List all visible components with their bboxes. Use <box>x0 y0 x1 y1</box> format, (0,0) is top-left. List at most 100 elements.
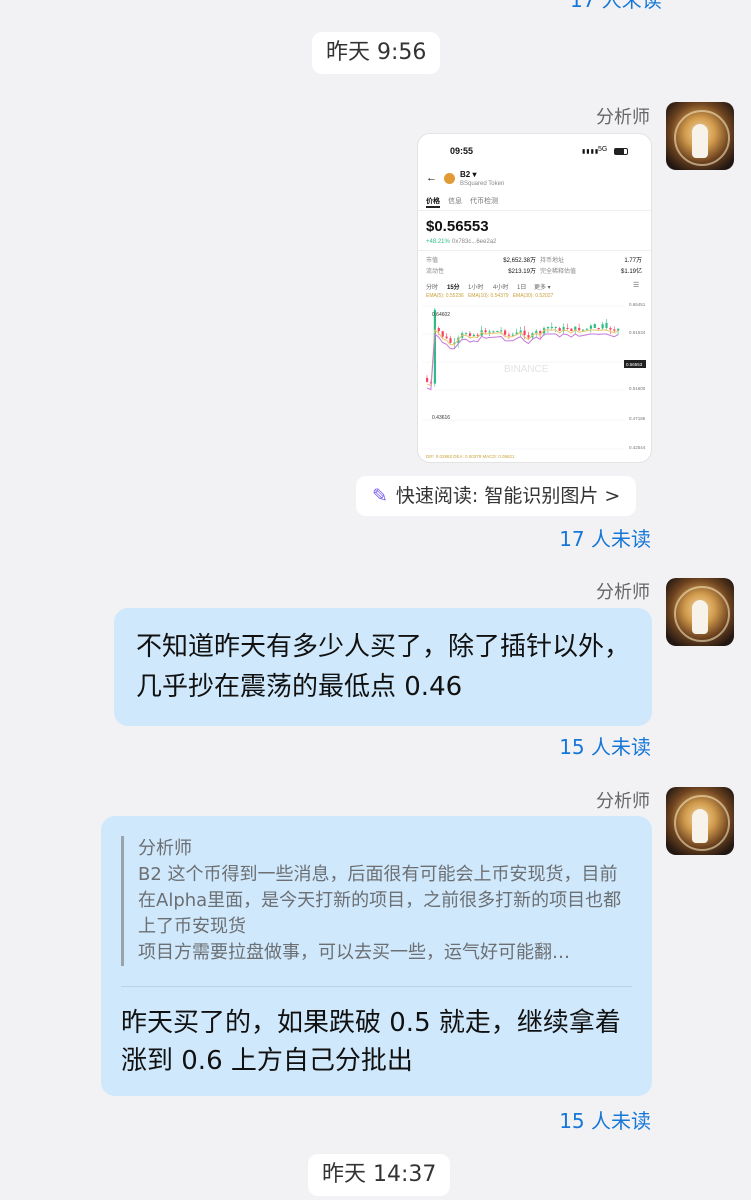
macd-legend: DIF: 0.02862 DEA: 0.00379 MACD: 0.05621 <box>426 454 515 459</box>
stat-label-liquidity: 流动性 <box>426 269 445 275</box>
token-symbol: B2 ▾ <box>460 170 477 179</box>
contract-address: 0x783c...6ee2a2 <box>452 239 497 245</box>
candle-body <box>582 329 585 331</box>
avatar-figure-icon <box>692 600 708 634</box>
chart-settings-icon[interactable]: ☰ <box>633 281 639 289</box>
timeframe-option[interactable]: 分时 <box>426 282 438 291</box>
quoted-message[interactable]: 分析师 B2 这个币得到一些消息，后面很有可能会上币安现货，目前在Alpha里面… <box>121 836 628 966</box>
current-price-tag: 0.56553 <box>626 362 643 367</box>
timeframe-option[interactable]: 4小时 <box>493 282 508 291</box>
high-price-marker: 0.64602 <box>432 312 450 318</box>
quote-divider <box>121 986 632 987</box>
sender-name: 分析师 <box>596 107 650 128</box>
price-axis-label: 0.47186 <box>629 416 646 421</box>
candle-body <box>465 333 468 335</box>
candle-body <box>554 327 557 329</box>
candle-body <box>496 331 499 333</box>
message-text: 不知道昨天有多少人买了，除了插针以外，几乎抄在震荡的最低点 0.46 <box>136 632 631 702</box>
candle-body <box>492 331 495 333</box>
token-name: BSquared Token <box>460 181 505 187</box>
tab-token-check[interactable]: 代币检测 <box>470 196 498 206</box>
candle-body <box>468 333 472 337</box>
divider <box>418 210 651 211</box>
candle-body <box>597 328 600 329</box>
tab-info[interactable]: 信息 <box>448 196 462 206</box>
unread-count[interactable]: 15 人未读 <box>500 731 651 760</box>
quoted-text: B2 这个币得到一些消息，后面很有可能会上币安现货，目前在Alpha里面，是今天… <box>138 864 622 963</box>
candle-body <box>539 331 542 334</box>
magic-wand-icon: ✎ <box>372 485 388 507</box>
stat-label-holders: 持币地址 <box>540 258 565 264</box>
sender-name: 分析师 <box>596 582 650 603</box>
tab-price[interactable]: 价格 <box>426 196 440 206</box>
image-message-thumbnail[interactable]: 09:55 ▮▮▮▮ 5G ← B2 ▾ BSquared Token 价格 信… <box>418 134 651 462</box>
stat-label-market-cap: 市值 <box>426 258 439 264</box>
price-axis-label: 0.61534 <box>629 330 646 335</box>
candle-body <box>511 334 514 336</box>
low-price-marker: 0.43616 <box>432 415 450 421</box>
candle-body <box>546 326 550 329</box>
candle-body <box>445 336 448 339</box>
candle-body <box>613 329 616 331</box>
candle-body <box>488 331 491 333</box>
candle-body <box>527 335 530 338</box>
timeframe-option[interactable]: 1小时 <box>468 282 483 291</box>
candle-body <box>550 326 553 328</box>
sender-avatar[interactable] <box>666 102 734 170</box>
stat-value-fdv: $1.19亿 <box>620 269 642 275</box>
candlestick-chart[interactable]: BINANCE 0.64602 0.43616 0.65451 0.61534 … <box>418 298 651 462</box>
candle-body <box>523 330 526 336</box>
price-axis-label: 0.65451 <box>629 302 646 307</box>
candle-body <box>558 328 561 331</box>
timeframe-option-active[interactable]: 15分 <box>447 282 460 291</box>
smart-read-label: 快速阅读: 智能识别图片 > <box>395 485 621 507</box>
candle-body <box>441 331 444 337</box>
reply-message-bubble[interactable]: 分析师 B2 这个币得到一些消息，后面很有可能会上币安现货，目前在Alpha里面… <box>101 816 652 1096</box>
back-arrow-icon[interactable]: ← <box>426 172 437 184</box>
price-axis-label: 0.51600 <box>629 386 646 391</box>
candle-body <box>605 322 608 328</box>
quoted-sender: 分析师 <box>138 838 192 859</box>
avatar-figure-icon <box>692 809 708 843</box>
candle-body <box>609 328 612 330</box>
unread-count[interactable]: 15 人未读 <box>500 1105 651 1134</box>
candle-body <box>507 334 511 336</box>
tab-indicator <box>426 206 440 208</box>
candle-body <box>585 328 589 330</box>
stat-value-market-cap: $2,652.38万 <box>503 258 536 264</box>
candle-body <box>617 328 620 331</box>
candle-body <box>437 328 440 332</box>
timeframe-option[interactable]: 1日 <box>517 282 526 291</box>
battery-icon <box>614 148 628 155</box>
stat-value-holders: 1.77万 <box>624 258 642 264</box>
candle-body <box>570 328 573 332</box>
avatar-figure-icon <box>692 124 708 158</box>
timeframe-more[interactable]: 更多 ▾ <box>534 282 551 291</box>
unread-count[interactable]: 17 人未读 <box>500 523 651 552</box>
message-text: 昨天买了的，如果跌破 0.5 就走，继续拿着涨到 0.6 上方自己分批出 <box>121 1008 621 1076</box>
candle-body <box>500 330 503 332</box>
unread-count-previous: 17 人未读 <box>570 0 662 12</box>
timestamp-divider: 昨天 14:37 <box>308 1154 451 1196</box>
candle-body <box>589 325 592 329</box>
candle-body <box>472 334 475 337</box>
divider <box>418 250 651 251</box>
smart-read-button[interactable]: ✎ 快速阅读: 智能识别图片 > <box>356 476 637 516</box>
candle-body <box>449 338 452 343</box>
candle-body <box>601 324 604 329</box>
token-logo-icon <box>444 173 455 184</box>
candle-body <box>426 378 429 382</box>
stat-value-liquidity: $213.19万 <box>508 269 536 275</box>
signal-icon: ▮▮▮▮ <box>582 149 600 155</box>
sender-avatar[interactable] <box>666 787 734 855</box>
candle-body <box>593 324 596 328</box>
message-bubble[interactable]: 不知道昨天有多少人买了，除了插针以外，几乎抄在震荡的最低点 0.46 <box>114 608 652 726</box>
stat-label-fdv: 完全稀释估值 <box>540 269 577 275</box>
binance-watermark: BINANCE <box>504 364 549 375</box>
timestamp-divider: 昨天 9:56 <box>312 32 441 74</box>
network-label: 5G <box>598 146 608 153</box>
candle-body <box>504 330 507 335</box>
sender-avatar[interactable] <box>666 578 734 646</box>
candle-body <box>484 330 487 333</box>
candle-body <box>566 328 569 329</box>
